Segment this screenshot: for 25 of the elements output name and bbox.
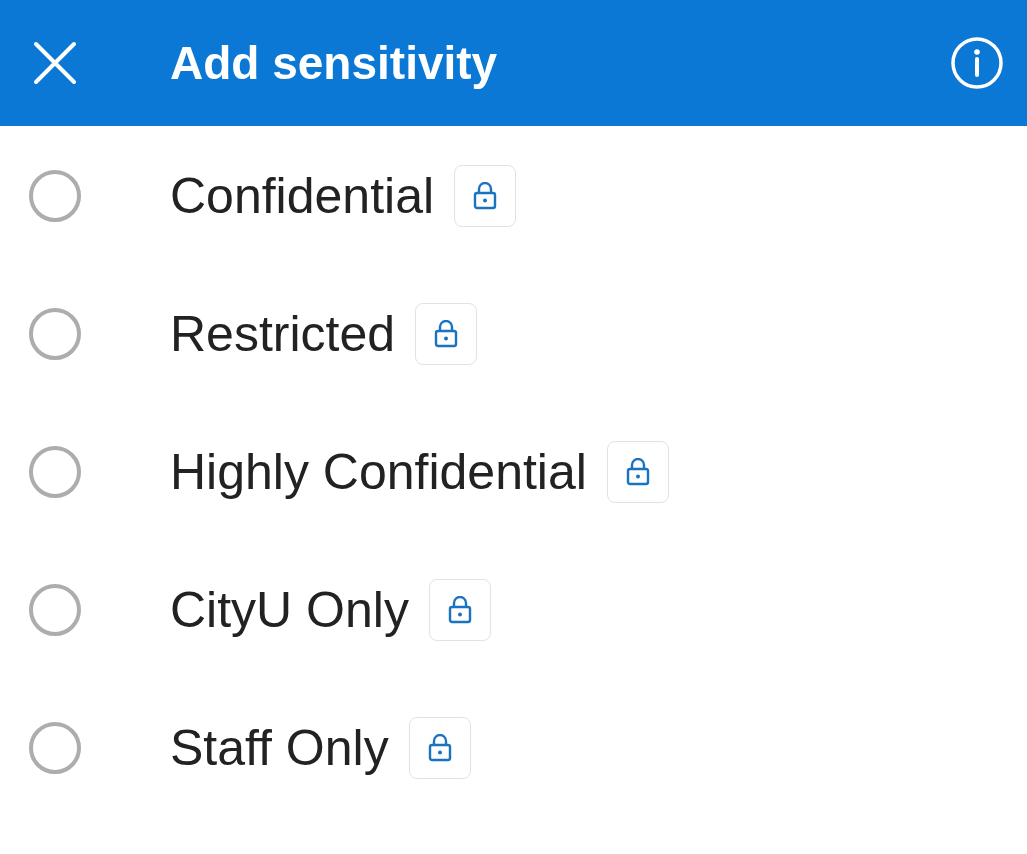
lock-icon [625,458,650,486]
option-label: Restricted [170,305,396,363]
option-label: Staff Only [170,719,389,777]
sensitivity-option[interactable]: Restricted [0,265,1027,403]
lock-icon [434,320,459,348]
radio-button[interactable] [29,722,81,774]
radio-button[interactable] [29,584,81,636]
sensitivity-option[interactable]: CityU Only [0,541,1027,679]
lock-icon [473,182,498,210]
radio-button[interactable] [29,446,81,498]
close-button[interactable] [33,41,77,85]
lock-icon [447,596,472,624]
radio-button[interactable] [29,170,81,222]
close-icon [33,41,77,85]
info-button[interactable] [950,36,1004,90]
dialog-title: Add sensitivity [170,36,499,90]
sensitivity-option[interactable]: Staff Only [0,679,1027,817]
option-label: CityU Only [170,581,409,639]
sensitivity-option[interactable]: Confidential [0,127,1027,265]
option-label: Highly Confidential [170,443,587,501]
info-icon [950,36,1004,90]
lock-icon [427,734,452,762]
option-label: Confidential [170,167,435,225]
sensitivity-option[interactable]: Highly Confidential [0,403,1027,541]
radio-button[interactable] [29,308,81,360]
